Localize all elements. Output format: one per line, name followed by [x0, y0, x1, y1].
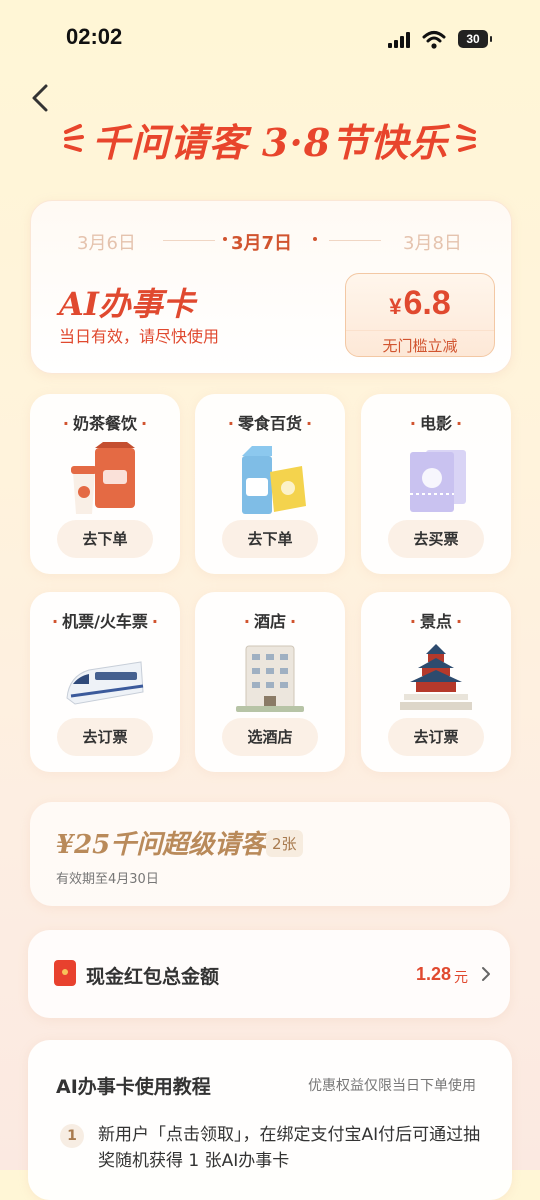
date-dot	[313, 237, 317, 241]
category-card-movie[interactable]: 电影 去买票	[361, 394, 511, 574]
movie-ticket-icon	[410, 450, 466, 512]
date-divider	[163, 240, 215, 241]
book-ticket-button[interactable]: 去订票	[388, 718, 484, 756]
category-label: 电影	[361, 410, 511, 434]
hotel-icon	[236, 645, 304, 712]
ai-card: 3月6日 3月7日 3月8日 AI办事卡 当日有效，请尽快使用 ¥6.8 无门槛…	[30, 200, 512, 374]
tutorial-title: AI办事卡使用教程	[56, 1076, 211, 1098]
category-card-hotel[interactable]: 酒店 选酒店	[195, 592, 345, 772]
category-card-attraction[interactable]: 景点 去订票	[361, 592, 511, 772]
date-tab-2[interactable]: 3月7日	[231, 229, 292, 255]
super-treat-card[interactable]: ¥25千问超级请客卡 2张 有效期至4月30日	[30, 802, 510, 906]
category-label: 零食百货	[195, 410, 345, 434]
step-number: 1	[60, 1124, 84, 1148]
super-card-title: ¥25千问超级请客卡	[56, 830, 293, 860]
buy-ticket-button[interactable]: 去买票	[388, 520, 484, 558]
red-packet-row[interactable]: 现金红包总金额 1.28 元	[28, 930, 510, 1018]
category-label: 酒店	[195, 608, 345, 632]
date-tab-3[interactable]: 3月8日	[403, 229, 462, 255]
category-card-flight-train[interactable]: 机票/火车票 去订票	[30, 592, 180, 772]
step-text: 新用户「点击领取」，在绑定支付宝AI付后可通过抽奖随机获得 1 张AI办事卡	[98, 1125, 481, 1171]
red-packet-unit: 元	[454, 970, 468, 986]
category-card-milk-tea[interactable]: 奶茶餐饮 去下单	[30, 394, 180, 574]
red-packet-amount: 1.28	[416, 964, 452, 984]
date-divider	[329, 240, 381, 241]
signal-icon	[388, 32, 414, 48]
super-card-count-badge: 2张	[266, 830, 303, 857]
currency-symbol: ¥	[389, 294, 402, 319]
battery-icon: 30	[458, 30, 492, 48]
tutorial-note: 优惠权益仅限当日下单使用	[308, 1078, 476, 1094]
train-icon	[66, 661, 144, 705]
date-tab-1[interactable]: 3月6日	[77, 229, 136, 255]
book-ticket-button[interactable]: 去订票	[57, 718, 153, 756]
super-card-validity: 有效期至4月30日	[56, 872, 159, 887]
discount-badge: ¥6.8 无门槛立减	[345, 273, 495, 357]
discount-value: 6.8	[403, 284, 451, 322]
tutorial-section: AI办事卡使用教程 优惠权益仅限当日下单使用 1 新用户「点击领取」，在绑定支付…	[28, 1040, 512, 1200]
ai-card-title: AI办事卡	[59, 285, 195, 323]
red-packet-label: 现金红包总金额	[86, 966, 220, 988]
category-label: 景点	[361, 608, 511, 632]
milk-tea-icon	[71, 442, 135, 514]
chevron-right-icon[interactable]	[480, 964, 492, 984]
status-time: 02:02	[66, 24, 123, 49]
discount-amount: ¥6.8	[346, 284, 494, 323]
temple-icon	[400, 644, 472, 710]
ai-card-subtitle: 当日有效，请尽快使用	[59, 327, 220, 346]
snacks-icon	[242, 446, 306, 514]
date-dot	[223, 237, 227, 241]
category-label: 机票/火车票	[30, 608, 180, 632]
wifi-icon	[422, 31, 446, 49]
order-button[interactable]: 去下单	[222, 520, 318, 558]
back-icon[interactable]	[28, 80, 54, 116]
right-ornament-icon	[456, 124, 476, 152]
category-label: 奶茶餐饮	[30, 410, 180, 434]
choose-hotel-button[interactable]: 选酒店	[222, 718, 318, 756]
category-card-snacks[interactable]: 零食百货 去下单	[195, 394, 345, 574]
order-button[interactable]: 去下单	[57, 520, 153, 558]
discount-label: 无门槛立减	[346, 330, 494, 356]
red-packet-icon	[54, 960, 76, 986]
